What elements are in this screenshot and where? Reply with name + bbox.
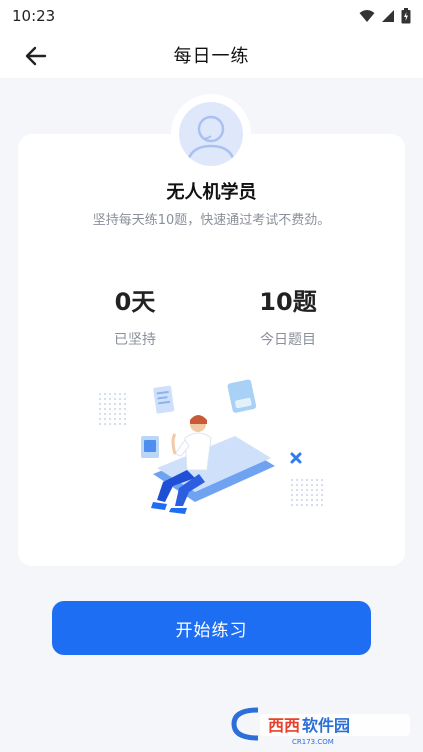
user-avatar-icon — [185, 115, 237, 166]
floating-doc — [153, 385, 175, 414]
stat-days-value: 0天 — [114, 288, 156, 316]
back-arrow-icon[interactable] — [22, 42, 50, 70]
stat-days-label: 已坚持 — [114, 332, 156, 348]
decor-cross — [290, 452, 302, 464]
floating-tablet — [141, 436, 159, 458]
slogan-text: 坚持每天练10题，快速通过考试不费劲。 — [92, 213, 331, 228]
stat-days: 0天 已坚持 — [55, 282, 215, 349]
app-bar: 每日一练 — [0, 32, 423, 78]
stat-questions-label: 今日题目 — [260, 332, 316, 348]
status-bar: 10:23 — [0, 0, 423, 32]
stat-questions: 10题 今日题目 — [208, 282, 368, 349]
stat-questions-value: 10题 — [259, 288, 317, 316]
status-time: 10:23 — [12, 7, 56, 25]
svg-text:CR173.COM: CR173.COM — [292, 738, 334, 746]
study-illustration — [99, 379, 323, 514]
svg-text:软件园: 软件园 — [302, 716, 350, 735]
user-name: 无人机学员 — [166, 182, 257, 203]
dot-grid-right — [291, 479, 323, 506]
battery-icon — [401, 8, 411, 24]
page-title: 每日一练 — [173, 46, 250, 67]
svg-text:西西: 西西 — [268, 716, 300, 735]
avatar — [175, 98, 247, 170]
site-watermark-logo: 西西 软件园 CR173.COM — [231, 707, 410, 746]
dot-grid-left — [99, 393, 126, 425]
start-practice-button[interactable]: 开始练习 — [52, 601, 371, 655]
floating-score-card — [227, 379, 257, 413]
signal-icon — [382, 10, 394, 22]
status-icons — [359, 8, 411, 24]
wifi-icon — [359, 10, 375, 22]
